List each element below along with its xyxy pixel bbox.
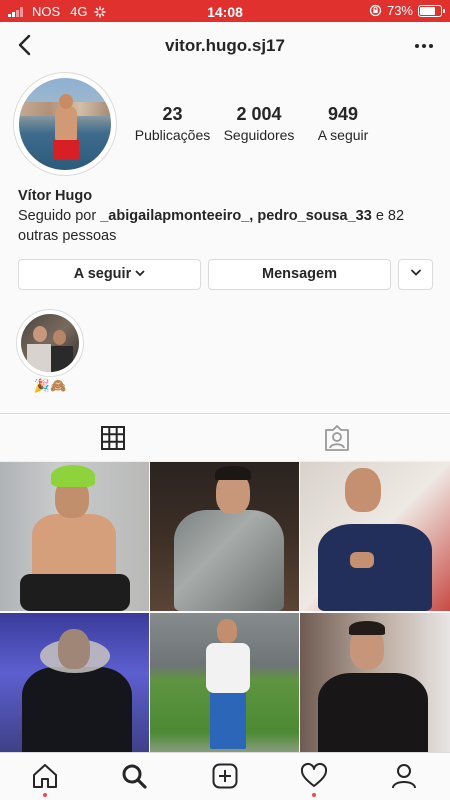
stat-followers-value: 2 004	[236, 104, 282, 124]
post-thumbnail[interactable]	[150, 613, 299, 762]
status-right: 73%	[369, 3, 445, 18]
post-thumbnail[interactable]	[0, 613, 149, 762]
plus-square-icon[interactable]	[211, 762, 239, 790]
message-button[interactable]: Mensagem	[208, 259, 391, 290]
highlight-cover	[21, 314, 79, 372]
tagged-user-icon[interactable]	[323, 424, 351, 452]
battery-icon	[418, 4, 445, 17]
stat-following[interactable]: 949 A seguir	[303, 104, 383, 143]
post-thumbnail[interactable]	[0, 462, 149, 611]
battery-percent: 73%	[386, 3, 413, 18]
chevron-down-icon	[135, 270, 145, 277]
following-button[interactable]: A seguir	[18, 259, 201, 290]
rotation-lock-icon	[369, 4, 382, 17]
stat-followers-label: Seguidores	[223, 127, 295, 143]
stat-posts-value: 23	[162, 104, 183, 124]
posts-grid	[0, 462, 450, 762]
stat-following-value: 949	[327, 104, 359, 124]
search-icon[interactable]	[120, 762, 148, 790]
username-title: vitor.hugo.sj17	[165, 36, 285, 55]
home-icon[interactable]	[31, 762, 59, 790]
home-badge	[43, 793, 47, 797]
grid-icon[interactable]	[99, 424, 127, 452]
activity-badge	[312, 793, 316, 797]
heart-icon[interactable]	[300, 762, 328, 790]
highlight-label: 🎉🙈	[33, 378, 67, 393]
profile-avatar[interactable]	[13, 72, 117, 176]
post-thumbnail[interactable]	[150, 462, 299, 611]
followed-by-users[interactable]: _abigailapmonteeiro_, pedro_sousa_33	[100, 208, 372, 224]
stat-following-label: A seguir	[317, 127, 369, 143]
followed-by-prefix: Seguido por	[18, 208, 101, 224]
profile-stats: 23 Publicações 2 004 Seguidores 949 A se…	[130, 104, 440, 143]
stat-posts-label: Publicações	[134, 127, 211, 143]
story-highlight[interactable]	[16, 309, 84, 377]
profile-tabs	[0, 414, 450, 462]
more-horizontal-icon[interactable]	[412, 34, 436, 58]
followed-by-text[interactable]: Seguido por _abigailapmonteeiro_, pedro_…	[18, 206, 438, 246]
suggested-users-button[interactable]	[398, 259, 433, 290]
bottom-nav	[0, 752, 450, 800]
stat-posts[interactable]: 23 Publicações	[130, 104, 215, 143]
profile-actions: A seguir Mensagem	[18, 259, 433, 290]
profile-bio: Vítor Hugo Seguido por _abigailapmonteei…	[18, 186, 438, 246]
profile-header: vitor.hugo.sj17	[0, 22, 450, 70]
chevron-down-icon	[410, 269, 421, 276]
avatar-photo	[19, 78, 111, 170]
status-bar: NOS 4G 14:08 73%	[0, 0, 450, 22]
post-thumbnail[interactable]	[300, 613, 450, 762]
following-label: A seguir	[73, 266, 132, 282]
post-thumbnail[interactable]	[300, 462, 450, 611]
user-icon[interactable]	[390, 762, 418, 790]
profile-name: Vítor Hugo	[18, 188, 93, 204]
stat-followers[interactable]: 2 004 Seguidores	[215, 104, 303, 143]
